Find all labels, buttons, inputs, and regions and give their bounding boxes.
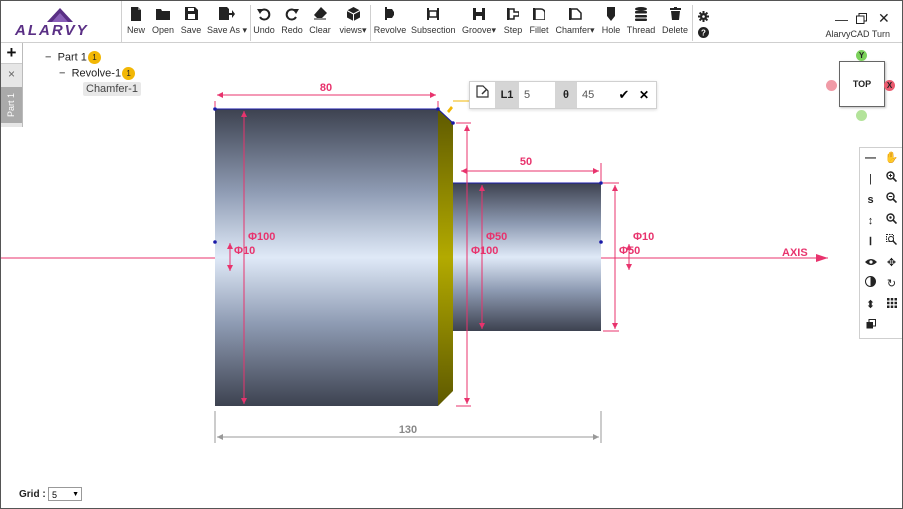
zoom-fit-icon [886,213,898,227]
close-icon: ✕ [638,88,650,102]
rotate-icon: ↻ [886,278,897,290]
layers-icon [866,319,876,332]
chamfer-face[interactable] [438,109,453,406]
line-tool-button[interactable]: — [860,148,881,169]
large-cylinder[interactable] [215,109,438,406]
shading-button[interactable] [860,274,881,295]
visibility-button[interactable] [860,253,881,274]
view-cube: TOP Y X [825,47,897,125]
section-button[interactable]: Ⅰ [860,232,881,253]
zoom-in-icon [886,171,898,185]
small-cylinder[interactable] [453,183,601,331]
dim-small-length[interactable]: 50 [520,156,532,168]
y-axis-button[interactable]: Y [856,50,867,61]
dim-large-length[interactable]: 80 [320,82,332,94]
dim-small-dia[interactable]: Φ50 [486,231,507,243]
hand-icon: ✋ [884,152,899,164]
vertex[interactable] [213,240,217,244]
grid-icon [886,298,897,311]
l1-label: L1 [495,82,519,108]
dim-small-bore[interactable]: Φ10 [633,231,654,243]
zoom-out-icon [886,192,898,206]
view-toolbar: — | s ↕ Ⅰ ⬍ ✋ ✥ ↻ [859,147,902,339]
theta-input[interactable]: 45 [578,82,616,108]
confirm-button[interactable]: ✔ [614,82,634,108]
zoom-window-icon [886,234,898,248]
axis-label: AXIS [782,247,808,259]
dim-large-dia-ref[interactable]: Φ100 [471,245,498,257]
vertex[interactable] [213,107,217,111]
edit-shape-icon [475,85,489,101]
left-view-button[interactable] [826,80,837,91]
rotate-button[interactable]: ↻ [881,274,902,295]
edit-chamfer-button[interactable] [470,82,494,108]
dim-total-length[interactable]: 130 [399,424,417,436]
vertical-fit-button[interactable]: ↕ [860,211,881,232]
sort-icon: ⬍ [865,299,876,311]
snap-button[interactable]: s [860,190,881,211]
check-icon: ✔ [618,87,630,102]
flip-button[interactable]: ⬍ [860,295,881,316]
contrast-icon [865,276,876,290]
chamfer-marker [447,106,453,113]
move-button[interactable]: ✥ [881,253,902,274]
x-axis-button[interactable]: X [884,80,895,91]
zoom-fit-button[interactable] [881,211,902,232]
layers-button[interactable] [860,316,881,337]
drawing-canvas[interactable]: AXIS 80 50 130 Φ100 Φ10 Φ100 Φ50 Φ50 Φ10 [1,1,902,508]
vertical-bar-icon: | [869,173,872,185]
ibeam-icon: Ⅰ [868,236,873,248]
vertex[interactable] [599,181,603,185]
eye-icon [864,257,877,269]
vertical-line-button[interactable]: | [860,169,881,190]
dim-small-bore-ref[interactable]: Φ50 [619,245,640,257]
view-cube-face[interactable]: TOP [839,61,885,107]
axis-arrow [816,254,828,262]
app-window: ALARVY New Open Save Save As ▾ Undo Redo [0,0,903,509]
zoom-window-button[interactable] [881,232,902,253]
pan-hand-button[interactable]: ✋ [881,148,902,169]
minus-icon: — [865,152,876,164]
zoom-out-button[interactable] [881,190,902,211]
dim-large-dia[interactable]: Φ100 [248,231,275,243]
vertex[interactable] [599,240,603,244]
cancel-button[interactable]: ✕ [634,82,654,108]
grid-label: Grid : [19,489,46,500]
chamfer-param-bar: L1 5 θ 45 ✔ ✕ [469,81,657,109]
vertex[interactable] [436,107,440,111]
grid-toggle-button[interactable] [881,295,902,316]
dim-large-bore[interactable]: Φ10 [234,245,255,257]
front-view-button[interactable] [856,110,867,121]
vertex[interactable] [451,121,455,125]
vertical-arrows-icon: ↕ [867,215,874,227]
theta-label: θ [555,82,577,108]
chevron-down-icon: ▼ [72,491,79,498]
snap-icon: s [867,194,874,206]
zoom-in-button[interactable] [881,169,902,190]
move-arrows-icon: ✥ [886,257,897,269]
grid-select-value: 5 [52,490,58,500]
grid-select[interactable]: 5 ▼ [48,487,82,501]
